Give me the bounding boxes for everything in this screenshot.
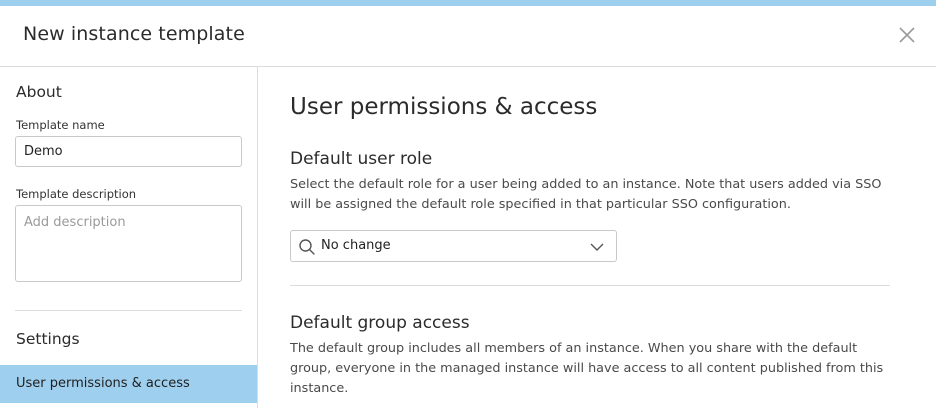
dialog-header: New instance template [0, 6, 936, 67]
default-group-access-description: The default group includes all members o… [290, 341, 884, 396]
template-description-input[interactable] [15, 205, 242, 282]
default-user-role-title: Default user role [290, 149, 433, 169]
template-name-input[interactable] [15, 136, 242, 167]
close-button[interactable] [896, 24, 918, 46]
sidebar-item-user-permissions[interactable]: User permissions & access [0, 365, 257, 403]
chevron-down-icon [590, 243, 604, 251]
default-user-role-description: Select the default role for a user being… [290, 177, 882, 212]
sidebar-item-label: User permissions & access [16, 376, 190, 391]
section-divider [290, 285, 890, 286]
about-heading: About [16, 83, 62, 101]
page-title: User permissions & access [290, 94, 598, 120]
sidebar: About Template name Template description… [0, 67, 258, 408]
settings-heading: Settings [16, 330, 80, 348]
search-icon [299, 239, 315, 255]
default-group-access-title: Default group access [290, 313, 470, 333]
template-name-label: Template name [16, 118, 105, 132]
sidebar-divider [15, 310, 242, 311]
main-panel: User permissions & access Default user r… [259, 67, 936, 408]
dropdown-selected-value: No change [321, 238, 391, 253]
close-icon [899, 27, 915, 43]
template-description-label: Template description [16, 187, 137, 201]
default-role-dropdown[interactable]: No change [290, 230, 617, 262]
dialog-title: New instance template [23, 23, 245, 45]
